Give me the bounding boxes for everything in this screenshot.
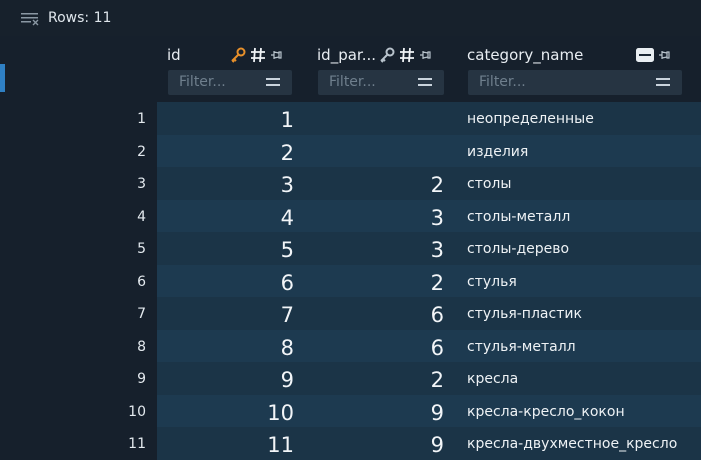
cell-id[interactable]: 5 bbox=[281, 238, 294, 262]
row-background bbox=[157, 199, 701, 232]
filter-input-id[interactable]: Filter... bbox=[168, 70, 292, 95]
filter-equals-icon[interactable] bbox=[418, 78, 432, 88]
cell-category-name[interactable]: стулья bbox=[467, 274, 517, 290]
cell-category-name[interactable]: стулья-пластик bbox=[467, 306, 582, 322]
cell-id-parent[interactable]: 2 bbox=[431, 173, 444, 197]
row-background bbox=[157, 362, 701, 395]
row-background bbox=[157, 134, 701, 167]
row-number: 10 bbox=[128, 403, 146, 420]
cell-id-parent[interactable]: 6 bbox=[431, 303, 444, 327]
table-row[interactable]: 4 4 3 столы-металл bbox=[0, 199, 701, 232]
cell-id-parent[interactable]: 9 bbox=[431, 401, 444, 425]
cell-category-name[interactable]: столы-металл bbox=[467, 209, 570, 225]
column-header-id-parent[interactable]: id_par... bbox=[317, 46, 376, 64]
cell-id[interactable]: 2 bbox=[281, 141, 294, 165]
filter-input-id-parent[interactable]: Filter... bbox=[318, 70, 444, 95]
filter-equals-icon[interactable] bbox=[656, 78, 670, 88]
table-row[interactable]: 1 1 неопределенные bbox=[0, 102, 701, 135]
row-number: 11 bbox=[128, 436, 146, 452]
column-header-id-icons bbox=[230, 46, 284, 64]
column-header-category-name[interactable]: category_name bbox=[467, 46, 583, 64]
cell-id-parent[interactable]: 9 bbox=[431, 433, 444, 457]
foreign-key-icon bbox=[380, 47, 395, 63]
table-row[interactable]: 5 5 3 столы-дерево bbox=[0, 232, 701, 265]
cell-id-parent[interactable]: 3 bbox=[431, 238, 444, 262]
cell-id-parent[interactable]: 3 bbox=[431, 206, 444, 230]
cell-id-parent[interactable]: 2 bbox=[431, 271, 444, 295]
cell-id[interactable]: 9 bbox=[281, 368, 294, 392]
number-type-icon bbox=[251, 47, 265, 63]
column-header-id[interactable]: id bbox=[167, 46, 181, 64]
row-number: 9 bbox=[137, 371, 146, 387]
cell-category-name[interactable]: кресла-двухместное_кресло bbox=[467, 436, 677, 452]
data-grid: 1 1 неопределенные 2 2 изделия 3 3 2 сто… bbox=[0, 102, 701, 460]
row-number: 5 bbox=[137, 241, 146, 257]
row-number: 6 bbox=[137, 273, 146, 290]
table-row[interactable]: 6 6 2 стулья bbox=[0, 264, 701, 297]
rows-count-label: Rows: 11 bbox=[48, 10, 112, 26]
row-background bbox=[157, 167, 701, 200]
table-row[interactable]: 11 11 9 кресла-двухместное_кресло bbox=[0, 427, 701, 460]
table-row[interactable]: 3 3 2 столы bbox=[0, 167, 701, 200]
number-type-icon bbox=[400, 47, 414, 63]
rows-list-icon[interactable] bbox=[21, 11, 39, 26]
toolbar: Rows: 11 bbox=[0, 0, 701, 36]
cell-category-name[interactable]: столы-дерево bbox=[467, 241, 569, 257]
cell-id[interactable]: 11 bbox=[267, 433, 294, 457]
pin-icon[interactable] bbox=[658, 48, 672, 62]
cell-category-name[interactable]: кресла bbox=[467, 371, 518, 387]
column-header-category-name-icons bbox=[636, 46, 672, 64]
row-background bbox=[157, 232, 701, 265]
table-row[interactable]: 9 9 2 кресла bbox=[0, 362, 701, 395]
cell-id[interactable]: 6 bbox=[281, 271, 294, 295]
table-row[interactable]: 2 2 изделия bbox=[0, 134, 701, 167]
row-number: 7 bbox=[137, 306, 146, 322]
column-header-id-parent-icons bbox=[379, 46, 433, 64]
row-background bbox=[157, 297, 701, 330]
pin-icon[interactable] bbox=[419, 48, 433, 62]
text-type-icon bbox=[636, 48, 654, 62]
cell-id-parent[interactable]: 6 bbox=[431, 336, 444, 360]
selection-marker bbox=[0, 64, 5, 92]
row-number: 2 bbox=[137, 143, 146, 160]
cell-id[interactable]: 8 bbox=[281, 336, 294, 360]
cell-category-name[interactable]: изделия bbox=[467, 144, 528, 160]
filter-placeholder: Filter... bbox=[329, 74, 376, 90]
cell-id[interactable]: 10 bbox=[267, 401, 294, 425]
table-row[interactable]: 7 7 6 стулья-пластик bbox=[0, 297, 701, 330]
row-background bbox=[157, 264, 701, 297]
cell-id[interactable]: 3 bbox=[281, 173, 294, 197]
pin-icon[interactable] bbox=[270, 48, 284, 62]
filter-placeholder: Filter... bbox=[179, 74, 226, 90]
primary-key-icon bbox=[231, 47, 246, 63]
cell-category-name[interactable]: кресла-кресло_кокон bbox=[467, 404, 625, 420]
filter-input-category-name[interactable]: Filter... bbox=[468, 70, 682, 95]
cell-id[interactable]: 7 bbox=[281, 303, 294, 327]
row-background bbox=[157, 102, 701, 135]
row-number: 8 bbox=[137, 338, 146, 355]
cell-category-name[interactable]: столы bbox=[467, 176, 511, 192]
cell-category-name[interactable]: неопределенные bbox=[467, 111, 594, 127]
filter-equals-icon[interactable] bbox=[266, 78, 280, 88]
row-number: 1 bbox=[137, 111, 146, 127]
cell-id[interactable]: 4 bbox=[281, 206, 294, 230]
cell-id-parent[interactable]: 2 bbox=[431, 368, 444, 392]
cell-category-name[interactable]: стулья-металл bbox=[467, 339, 576, 355]
table-row[interactable]: 8 8 6 стулья-металл bbox=[0, 329, 701, 362]
row-number: 3 bbox=[137, 176, 146, 192]
row-background bbox=[157, 329, 701, 362]
table-row[interactable]: 10 10 9 кресла-кресло_кокон bbox=[0, 394, 701, 427]
row-number: 4 bbox=[137, 208, 146, 225]
cell-id[interactable]: 1 bbox=[281, 108, 294, 132]
filter-placeholder: Filter... bbox=[479, 74, 526, 90]
